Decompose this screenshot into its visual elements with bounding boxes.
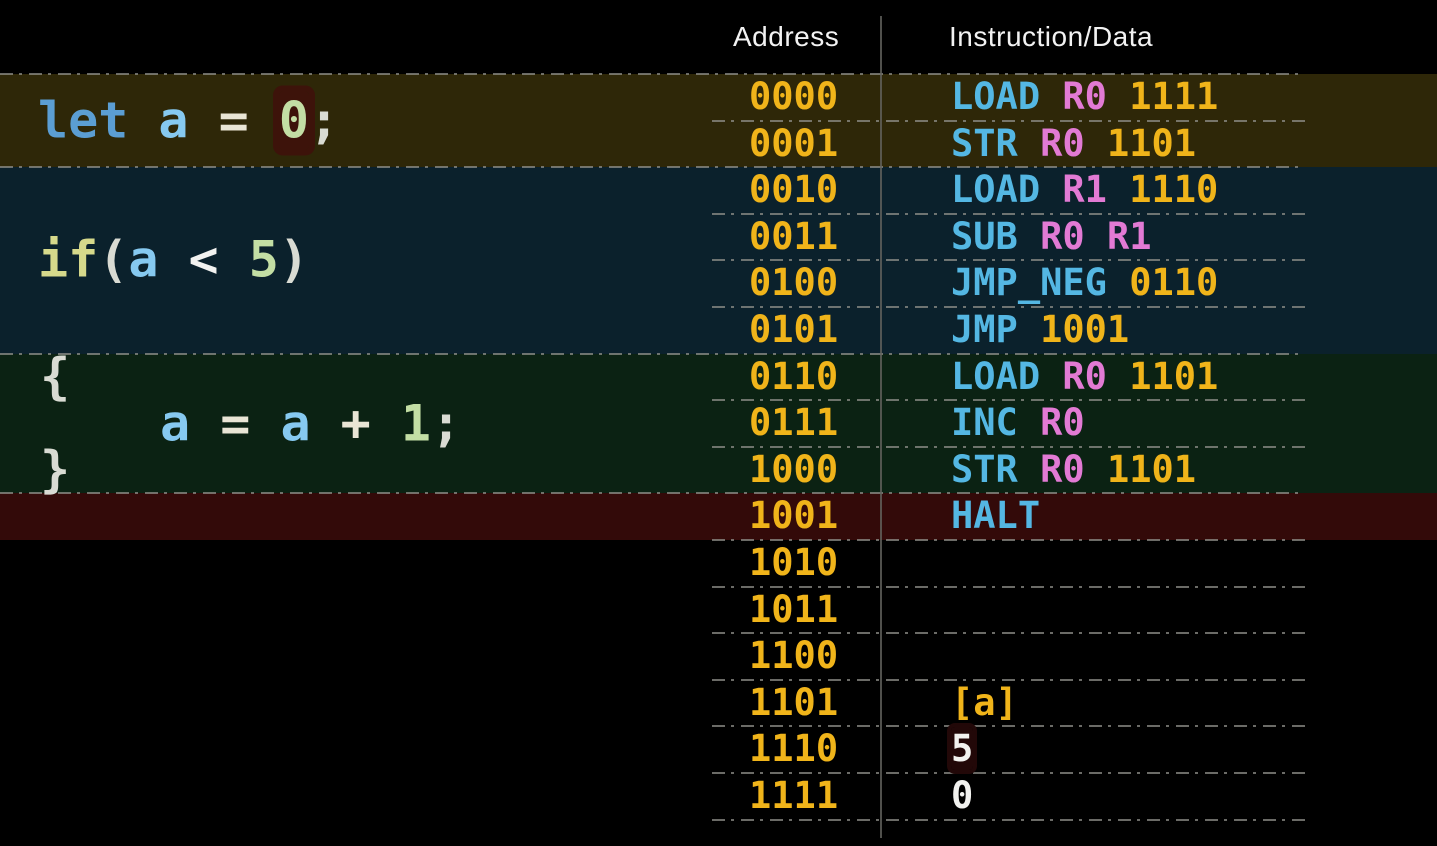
instruction-cell: LOAD R1 1110 [951, 167, 1218, 214]
token: JMP [951, 308, 1040, 351]
token: 1001 [1040, 308, 1129, 351]
address-cell: 0101 [749, 307, 838, 354]
token: if [38, 231, 98, 289]
token: ( [98, 231, 128, 289]
token: = [219, 91, 279, 149]
token: 1101 [1129, 355, 1218, 398]
token: 0 [951, 774, 973, 817]
address-cell: 1100 [749, 633, 838, 680]
instruction-cell: INC R0 [951, 400, 1085, 447]
token: ; [309, 91, 339, 149]
token: HALT [951, 494, 1040, 537]
token: 1110 [1129, 168, 1218, 211]
instruction-cell: SUB R0 R1 [951, 214, 1152, 261]
token: 1 [401, 394, 431, 452]
column-header-instruction-data: Instruction/Data [949, 21, 1153, 53]
token: JMP_NEG [951, 261, 1129, 304]
address-cell: 1010 [749, 540, 838, 587]
address-cell: 1000 [749, 447, 838, 494]
token: let [38, 91, 158, 149]
token: a [160, 394, 220, 452]
token: + [341, 394, 401, 452]
instruction-cell: STR R0 1101 [951, 121, 1196, 168]
address-cell: 1011 [749, 587, 838, 634]
token: LOAD [951, 355, 1062, 398]
token: 1101 [1107, 122, 1196, 165]
token: R0 [1040, 401, 1085, 444]
code-line-open-brace: { [40, 349, 70, 404]
token: LOAD [951, 75, 1062, 118]
token: { [40, 347, 70, 405]
code-line-increment: a = a + 1; [160, 396, 461, 451]
token: = [220, 394, 280, 452]
address-cell: 0010 [749, 167, 838, 214]
instruction-cell: 0 [951, 773, 973, 820]
token: a [128, 231, 188, 289]
token: R0 [1040, 448, 1107, 491]
address-cell: 1110 [749, 726, 838, 773]
token: 0110 [1129, 261, 1218, 304]
instruction-cell: JMP 1001 [951, 307, 1129, 354]
instruction-cell: 5 [951, 726, 973, 773]
token: R0 [1062, 75, 1129, 118]
code-line-let: let a = 0; [38, 93, 339, 148]
token: < [189, 231, 249, 289]
column-header-address: Address [733, 21, 839, 53]
code-line-if: if(a < 5) [38, 233, 309, 288]
instruction-cell: HALT [951, 493, 1040, 540]
token: R0 [1040, 215, 1107, 258]
token: 1111 [1129, 75, 1218, 118]
address-cell: 1001 [749, 493, 838, 540]
section-band-halt [0, 493, 1437, 540]
token: } [40, 441, 70, 499]
token: LOAD [951, 168, 1062, 211]
token: R1 [1062, 168, 1129, 211]
instruction-cell: [a] [951, 680, 1018, 727]
token: 5 [951, 727, 973, 770]
column-divider [880, 16, 882, 838]
address-cell: 0001 [749, 121, 838, 168]
token: [a] [951, 681, 1018, 724]
instruction-cell: STR R0 1101 [951, 447, 1196, 494]
token: R0 [1040, 122, 1107, 165]
instruction-cell: LOAD R0 1111 [951, 74, 1218, 121]
address-cell: 0111 [749, 400, 838, 447]
address-cell: 0011 [749, 214, 838, 261]
token: 0 [279, 91, 309, 149]
token: 5 [249, 231, 279, 289]
address-cell: 0100 [749, 260, 838, 307]
code-to-memory-diagram: Address Instruction/Data 0000LOAD R0 111… [0, 0, 1437, 846]
token: R0 [1062, 355, 1129, 398]
address-cell: 1111 [749, 773, 838, 820]
token: a [158, 91, 218, 149]
address-cell: 0000 [749, 74, 838, 121]
token: ; [431, 394, 461, 452]
code-line-close-brace: } [40, 443, 70, 498]
token: STR [951, 122, 1040, 165]
address-cell: 1101 [749, 680, 838, 727]
token: ) [279, 231, 309, 289]
token: STR [951, 448, 1040, 491]
token: 1101 [1107, 448, 1196, 491]
token: a [280, 394, 340, 452]
token: SUB [951, 215, 1040, 258]
token: R1 [1107, 215, 1152, 258]
address-cell: 0110 [749, 354, 838, 401]
instruction-cell: LOAD R0 1101 [951, 354, 1218, 401]
token: INC [951, 401, 1040, 444]
instruction-cell: JMP_NEG 0110 [951, 260, 1218, 307]
